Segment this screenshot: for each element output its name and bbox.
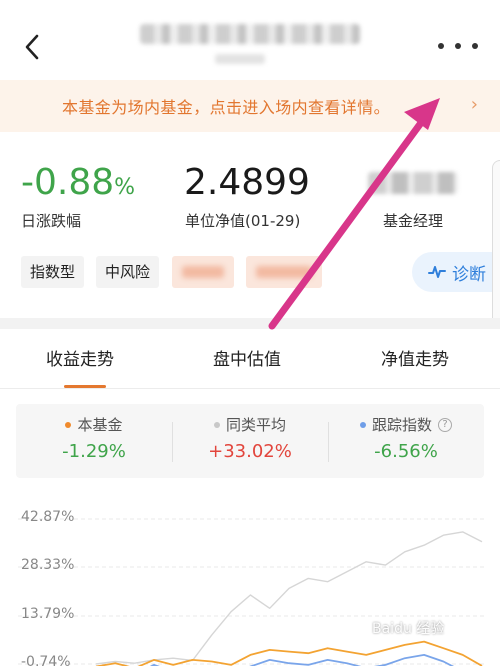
watermark-text: Baidu 经验 [372,621,445,637]
tag-blurred [246,256,322,288]
tabs-divider [0,388,500,389]
tab-return-trend[interactable]: 收益走势 [46,345,114,370]
more-dot-icon [438,43,444,49]
legend-dot-category-average [213,421,220,428]
manager-name-blurred[interactable] [368,172,458,194]
top-bar [0,0,500,80]
back-arrow-icon [25,34,39,60]
section-divider [0,318,500,329]
diagnose-button[interactable]: 诊断 [412,252,500,292]
legend-dot-tracking-index [359,421,366,428]
daily-change-label: 日涨跌幅 [21,212,82,230]
tab-intraday-estimate[interactable]: 盘中估值 [213,345,281,370]
pulse-icon [428,266,446,278]
daily-change-value: -0.88% [21,162,135,203]
legend-value-tracking-index: -6.56% [374,441,438,462]
y-tick-label: 42.87% [21,509,75,525]
legend-name-this-fund: 本基金 [77,416,123,434]
return-trend-chart[interactable] [0,490,500,666]
back-button[interactable] [18,30,46,64]
help-icon[interactable]: ? [438,417,452,432]
legend-category-average[interactable]: 同类平均 +33.02% [172,414,328,462]
more-options-button[interactable] [438,38,478,54]
notice-text: 本基金为场内基金，点击进入场内查看详情。 [62,98,391,117]
tab-nav-trend[interactable]: 净值走势 [381,345,449,370]
legend-dot-this-fund [65,421,72,428]
legend-name-category-average: 同类平均 [225,416,286,434]
daily-change-number: -0.88 [21,162,115,203]
tag-risk-level: 中风险 [96,256,160,288]
chart-plot [18,518,486,666]
fund-name-blurred [140,24,360,44]
legend-tracking-index[interactable]: 跟踪指数? -6.56% [328,414,484,462]
legend-name-tracking-index: 跟踪指数 [371,416,432,434]
chart-tabs: 收益走势 盘中估值 净值走势 [0,329,500,389]
more-dot-icon [455,43,461,49]
series-line-0 [95,531,483,665]
tag-blurred [172,256,234,288]
fund-stats-section: -0.88% 日涨跌幅 2.4899 单位净值(01-29) 基金经理 指数型 … [0,132,500,318]
fund-code-blurred [215,54,265,64]
y-tick-label: -0.74% [21,654,71,666]
legend-value-category-average: +33.02% [208,441,292,462]
tag-index-type: 指数型 [21,256,85,288]
diagnose-label: 诊断 [452,264,486,285]
legend-value-this-fund: -1.29% [62,441,126,462]
nav-label: 单位净值(01-29) [185,212,301,230]
y-tick-label: 13.79% [21,606,75,622]
manager-label: 基金经理 [383,212,444,230]
more-dot-icon [472,43,478,49]
nav-value: 2.4899 [184,162,310,203]
performance-legend: 本基金 -1.29% 同类平均 +33.02% 跟踪指数? -6.56% [16,404,484,478]
chevron-right-icon: › [470,94,478,115]
legend-this-fund[interactable]: 本基金 -1.29% [16,414,172,462]
daily-change-unit: % [114,175,136,200]
y-tick-label: 28.33% [21,557,75,573]
on-exchange-notice-banner[interactable]: 本基金为场内基金，点击进入场内查看详情。 › [0,80,500,132]
